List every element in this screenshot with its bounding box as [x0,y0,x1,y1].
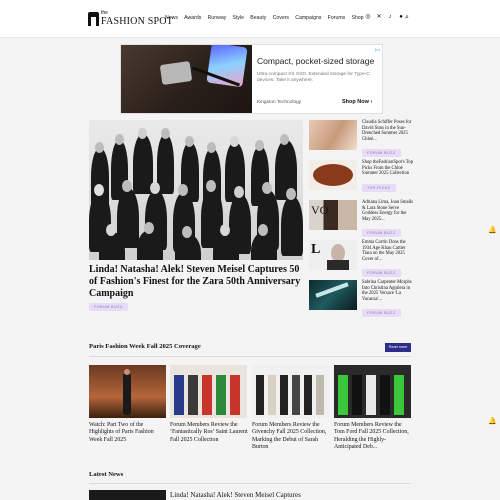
ad-title: Compact, pocket-sized storage [257,56,375,66]
side-article-tag[interactable]: FORUM BUZZ [362,229,401,237]
latest-news-item-title[interactable]: Linda! Natasha! Alek! Steven Meisel Capt… [170,491,301,499]
side-article-tag[interactable]: TOP PICKS [362,184,396,192]
logo-mark-icon [88,12,99,26]
ad-text: Ultra-compact XS SSD. Extended storage f… [257,72,370,83]
side-article-image: L [309,240,357,270]
latest-news-title: Latest News [89,471,124,478]
side-article-image: VO [309,200,357,230]
side-article-title: Sabrina Carpenter Morphs Into Christina … [362,280,412,302]
section-card-image [170,365,247,418]
social-links: ◎ ✕ ♪ ● [365,14,409,20]
latest-news-divider [89,483,411,484]
hero-image[interactable] [89,120,303,260]
logo-name: FASHION SPOT [101,16,173,27]
side-article-tag[interactable]: FORUM BUZZ [362,309,401,317]
nav-item-awards[interactable]: Awards [184,15,201,21]
side-article[interactable]: Shop theFashionSpot's Top Picks From the… [309,160,414,198]
side-article-image [309,120,357,150]
side-article[interactable]: L Emma Corrin Dons the 1934 Age Khan Car… [309,240,414,278]
section-card-image [334,365,411,418]
nav-item-covers[interactable]: Covers [273,15,289,21]
latest-news-image[interactable] [89,490,166,500]
tiktok-icon[interactable]: ♪ [387,14,393,20]
section-card-image [252,365,329,418]
nav-item-forums[interactable]: Forums [328,15,346,21]
ad-advertiser: Kingston Technology [257,100,302,105]
logo-small-text: the [101,10,108,16]
site-header: the FASHION SPOT News Awards Runway Styl… [0,0,500,38]
search-icon[interactable]: ⌕ [405,14,412,21]
site-logo[interactable]: the FASHION SPOT [88,10,173,28]
ad-image [121,45,252,113]
side-article-title: Emma Corrin Dons the 1934 Age Khan Carti… [362,240,406,262]
bell-icon[interactable]: 🔔 [488,418,497,426]
side-article[interactable]: Sabrina Carpenter Morphs Into Christina … [309,280,414,318]
hero-tag[interactable]: FORUM BUZZ [89,303,128,311]
nav-item-beauty[interactable]: Beauty [250,15,266,21]
adchoices-icon[interactable]: ▷× [375,47,380,52]
side-article-image [309,160,357,190]
main-nav: News Awards Runway Style Beauty Covers C… [165,15,370,21]
nav-item-campaigns[interactable]: Campaigns [295,15,321,21]
bell-icon[interactable]: 🔔 [488,227,497,235]
x-icon[interactable]: ✕ [376,14,382,20]
section-card-title: Forum Members Review the ‘Fantastically … [170,422,248,443]
advertisement[interactable]: Compact, pocket-sized storage Ultra-comp… [120,44,383,114]
section-card-title: Forum Members Review the Givenchy Fall 2… [252,422,327,450]
nav-item-style[interactable]: Style [233,15,245,21]
ad-ssd-shape [159,61,193,85]
section-card-image [89,365,166,418]
side-article-title: Shop theFashionSpot's Top Picks From the… [362,160,413,177]
nav-item-news[interactable]: News [165,15,178,21]
nav-item-runway[interactable]: Runway [208,15,227,21]
hero-title[interactable]: Linda! Natasha! Alek! Steven Meisel Capt… [89,264,304,300]
ad-shop-now-button[interactable]: Shop Now › [342,99,372,105]
side-article-title: Claudia Schiffer Poses for David Sims in… [362,120,412,142]
section-card-title: Forum Members Review the Tom Ford Fall 2… [334,422,409,450]
read-more-button[interactable]: Read more [385,343,411,352]
side-article[interactable]: Claudia Schiffer Poses for David Sims in… [309,120,414,158]
side-article-image [309,280,357,310]
side-article-title: Adriana Lima, Joan Smalls & Lara Stone S… [362,200,414,222]
section-title: Paris Fashion Week Fall 2025 Coverage [89,343,201,350]
section-divider [89,356,411,357]
section-card-title: Watch: Part Two of the Highlights of Par… [89,422,154,443]
nav-item-shop[interactable]: Shop [351,15,363,21]
side-article-tag[interactable]: FORUM BUZZ [362,149,401,157]
instagram-icon[interactable]: ◎ [365,14,371,20]
side-article-tag[interactable]: FORUM BUZZ [362,269,401,277]
side-article[interactable]: VO Adriana Lima, Joan Smalls & Lara Ston… [309,200,414,238]
facebook-icon[interactable]: ● [398,14,404,20]
page: the FASHION SPOT News Awards Runway Styl… [0,0,500,500]
